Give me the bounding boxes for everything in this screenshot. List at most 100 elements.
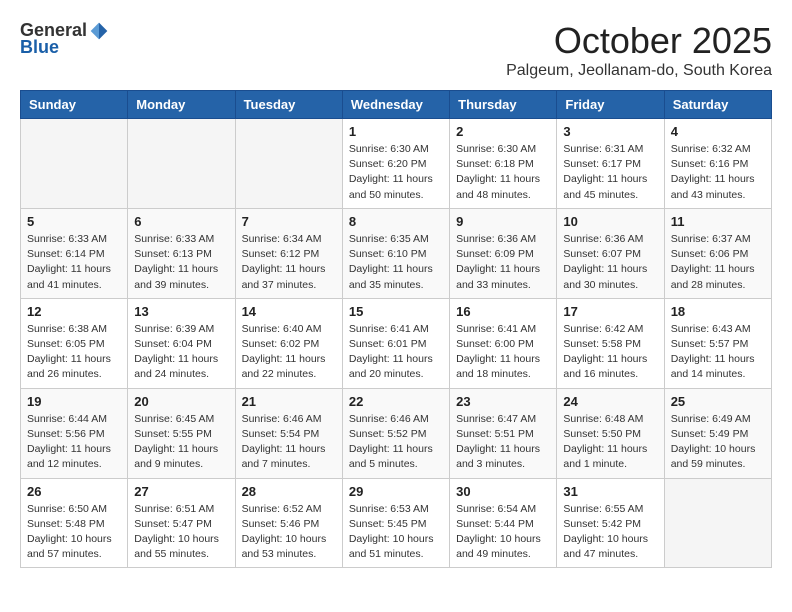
month-title: October 2025: [506, 20, 772, 62]
calendar-cell: [664, 478, 771, 568]
day-info: Sunrise: 6:42 AM Sunset: 5:58 PM Dayligh…: [563, 322, 657, 383]
calendar-cell: 21 Sunrise: 6:46 AM Sunset: 5:54 PM Dayli…: [235, 388, 342, 478]
day-info: Sunrise: 6:30 AM Sunset: 6:18 PM Dayligh…: [456, 142, 550, 203]
day-info: Sunrise: 6:48 AM Sunset: 5:50 PM Dayligh…: [563, 412, 657, 473]
day-number: 25: [671, 394, 765, 409]
day-number: 11: [671, 214, 765, 229]
location: Palgeum, Jeollanam-do, South Korea: [506, 62, 772, 80]
calendar-cell: 27Sunrise: 6:51 AM Sunset: 5:47 PM Dayli…: [128, 478, 235, 568]
day-info: Sunrise: 6:47 AM Sunset: 5:51 PM Dayligh…: [456, 412, 550, 473]
day-info: Sunrise: 6:54 AM Sunset: 5:44 PM Dayligh…: [456, 502, 550, 563]
day-info: Sunrise: 6:53 AM Sunset: 5:45 PM Dayligh…: [349, 502, 443, 563]
day-number: 5: [27, 214, 121, 229]
day-info: Sunrise: 6:52 AM Sunset: 5:46 PM Dayligh…: [242, 502, 336, 563]
day-info: Sunrise: 6:50 AM Sunset: 5:48 PM Dayligh…: [27, 502, 121, 563]
day-number: 18: [671, 304, 765, 319]
calendar-cell: 14 Sunrise: 6:40 AM Sunset: 6:02 PM Dayli…: [235, 298, 342, 388]
page-header: General Blue October 2025 Palgeum, Jeoll…: [20, 20, 772, 80]
day-number: 22: [349, 394, 443, 409]
day-info: Sunrise: 6:45 AM Sunset: 5:55 PM Dayligh…: [134, 412, 228, 473]
calendar-header-row: SundayMondayTuesdayWednesdayThursdayFrid…: [21, 91, 772, 119]
day-info: Sunrise: 6:36 AM Sunset: 6:09 PM Dayligh…: [456, 232, 550, 293]
calendar-cell: 2 Sunrise: 6:30 AM Sunset: 6:18 PM Daylig…: [450, 119, 557, 209]
day-number: 3: [563, 124, 657, 139]
calendar-cell: 29 Sunrise: 6:53 AM Sunset: 5:45 PM Dayli…: [342, 478, 449, 568]
calendar-week-row: 19Sunrise: 6:44 AM Sunset: 5:56 PM Dayli…: [21, 388, 772, 478]
calendar-cell: 31Sunrise: 6:55 AM Sunset: 5:42 PM Dayli…: [557, 478, 664, 568]
calendar-week-row: 5Sunrise: 6:33 AM Sunset: 6:14 PM Daylig…: [21, 208, 772, 298]
weekday-header: Wednesday: [342, 91, 449, 119]
day-info: Sunrise: 6:35 AM Sunset: 6:10 PM Dayligh…: [349, 232, 443, 293]
day-info: Sunrise: 6:36 AM Sunset: 6:07 PM Dayligh…: [563, 232, 657, 293]
calendar-cell: 13 Sunrise: 6:39 AM Sunset: 6:04 PM Dayli…: [128, 298, 235, 388]
day-info: Sunrise: 6:33 AM Sunset: 6:13 PM Dayligh…: [134, 232, 228, 293]
day-number: 8: [349, 214, 443, 229]
calendar-week-row: 26Sunrise: 6:50 AM Sunset: 5:48 PM Dayli…: [21, 478, 772, 568]
day-info: Sunrise: 6:46 AM Sunset: 5:54 PM Dayligh…: [242, 412, 336, 473]
day-number: 4: [671, 124, 765, 139]
calendar-cell: 5Sunrise: 6:33 AM Sunset: 6:14 PM Daylig…: [21, 208, 128, 298]
calendar-cell: 3 Sunrise: 6:31 AM Sunset: 6:17 PM Daylig…: [557, 119, 664, 209]
calendar-week-row: 1 Sunrise: 6:30 AM Sunset: 6:20 PM Daylig…: [21, 119, 772, 209]
calendar-cell: [235, 119, 342, 209]
day-info: Sunrise: 6:34 AM Sunset: 6:12 PM Dayligh…: [242, 232, 336, 293]
day-number: 19: [27, 394, 121, 409]
day-info: Sunrise: 6:46 AM Sunset: 5:52 PM Dayligh…: [349, 412, 443, 473]
calendar-cell: 9 Sunrise: 6:36 AM Sunset: 6:09 PM Daylig…: [450, 208, 557, 298]
calendar-cell: 6 Sunrise: 6:33 AM Sunset: 6:13 PM Daylig…: [128, 208, 235, 298]
calendar-cell: 16 Sunrise: 6:41 AM Sunset: 6:00 PM Dayli…: [450, 298, 557, 388]
day-info: Sunrise: 6:51 AM Sunset: 5:47 PM Dayligh…: [134, 502, 228, 563]
day-number: 30: [456, 484, 550, 499]
day-number: 31: [563, 484, 657, 499]
day-number: 6: [134, 214, 228, 229]
day-info: Sunrise: 6:30 AM Sunset: 6:20 PM Dayligh…: [349, 142, 443, 203]
calendar-cell: 22 Sunrise: 6:46 AM Sunset: 5:52 PM Dayli…: [342, 388, 449, 478]
day-number: 13: [134, 304, 228, 319]
logo-icon: [89, 21, 109, 41]
day-number: 14: [242, 304, 336, 319]
weekday-header: Friday: [557, 91, 664, 119]
day-number: 21: [242, 394, 336, 409]
day-number: 15: [349, 304, 443, 319]
calendar-cell: [21, 119, 128, 209]
day-info: Sunrise: 6:38 AM Sunset: 6:05 PM Dayligh…: [27, 322, 121, 383]
day-number: 16: [456, 304, 550, 319]
calendar-cell: 4Sunrise: 6:32 AM Sunset: 6:16 PM Daylig…: [664, 119, 771, 209]
day-number: 23: [456, 394, 550, 409]
calendar-cell: 17 Sunrise: 6:42 AM Sunset: 5:58 PM Dayli…: [557, 298, 664, 388]
day-number: 10: [563, 214, 657, 229]
day-number: 28: [242, 484, 336, 499]
calendar-cell: 20 Sunrise: 6:45 AM Sunset: 5:55 PM Dayli…: [128, 388, 235, 478]
day-number: 17: [563, 304, 657, 319]
calendar-cell: 28 Sunrise: 6:52 AM Sunset: 5:46 PM Dayli…: [235, 478, 342, 568]
calendar-cell: 15Sunrise: 6:41 AM Sunset: 6:01 PM Dayli…: [342, 298, 449, 388]
day-info: Sunrise: 6:40 AM Sunset: 6:02 PM Dayligh…: [242, 322, 336, 383]
day-number: 20: [134, 394, 228, 409]
day-number: 9: [456, 214, 550, 229]
calendar-cell: 12Sunrise: 6:38 AM Sunset: 6:05 PM Dayli…: [21, 298, 128, 388]
day-number: 7: [242, 214, 336, 229]
day-number: 24: [563, 394, 657, 409]
weekday-header: Sunday: [21, 91, 128, 119]
day-number: 29: [349, 484, 443, 499]
calendar-cell: 23 Sunrise: 6:47 AM Sunset: 5:51 PM Dayli…: [450, 388, 557, 478]
day-info: Sunrise: 6:49 AM Sunset: 5:49 PM Dayligh…: [671, 412, 765, 473]
calendar-cell: 1 Sunrise: 6:30 AM Sunset: 6:20 PM Daylig…: [342, 119, 449, 209]
day-number: 1: [349, 124, 443, 139]
calendar-cell: 7 Sunrise: 6:34 AM Sunset: 6:12 PM Daylig…: [235, 208, 342, 298]
title-block: October 2025 Palgeum, Jeollanam-do, Sout…: [506, 20, 772, 80]
calendar-cell: 10 Sunrise: 6:36 AM Sunset: 6:07 PM Dayli…: [557, 208, 664, 298]
calendar-cell: 26Sunrise: 6:50 AM Sunset: 5:48 PM Dayli…: [21, 478, 128, 568]
calendar-cell: 25 Sunrise: 6:49 AM Sunset: 5:49 PM Dayli…: [664, 388, 771, 478]
day-number: 2: [456, 124, 550, 139]
calendar: SundayMondayTuesdayWednesdayThursdayFrid…: [20, 90, 772, 568]
day-info: Sunrise: 6:39 AM Sunset: 6:04 PM Dayligh…: [134, 322, 228, 383]
calendar-cell: 8 Sunrise: 6:35 AM Sunset: 6:10 PM Daylig…: [342, 208, 449, 298]
weekday-header: Thursday: [450, 91, 557, 119]
day-info: Sunrise: 6:31 AM Sunset: 6:17 PM Dayligh…: [563, 142, 657, 203]
day-info: Sunrise: 6:41 AM Sunset: 6:00 PM Dayligh…: [456, 322, 550, 383]
calendar-cell: [128, 119, 235, 209]
logo: General Blue: [20, 20, 109, 58]
calendar-cell: 24 Sunrise: 6:48 AM Sunset: 5:50 PM Dayli…: [557, 388, 664, 478]
calendar-cell: 19Sunrise: 6:44 AM Sunset: 5:56 PM Dayli…: [21, 388, 128, 478]
